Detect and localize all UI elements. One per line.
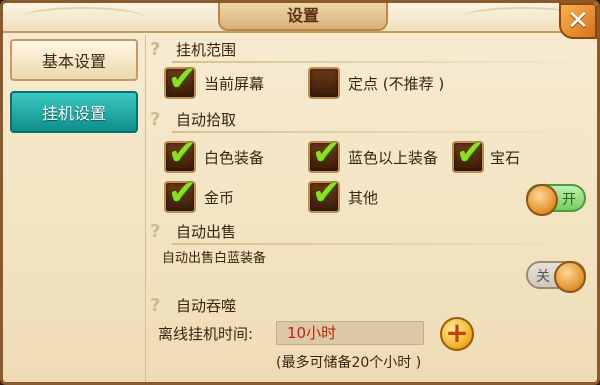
- tab-idle-settings[interactable]: 挂机设置: [10, 91, 138, 133]
- check-icon: ✔: [456, 133, 485, 173]
- check-icon: ✔: [168, 133, 197, 173]
- checkbox-label: 定点 (不推荐 ): [348, 75, 445, 93]
- settings-nav: 基本设置 挂机设置: [6, 35, 146, 382]
- check-icon: ✔: [168, 173, 197, 213]
- help-icon: ?: [150, 295, 161, 315]
- plus-icon: +: [445, 316, 469, 349]
- offline-time-label: 离线挂机时间:: [158, 325, 254, 343]
- add-time-button[interactable]: +: [440, 317, 474, 351]
- toggle-state-label: 关: [536, 269, 550, 285]
- checkbox-label: 宝石: [490, 149, 521, 167]
- section-title: 自动拾取: [176, 111, 237, 129]
- help-icon: ?: [150, 39, 161, 60]
- pickup-toggle[interactable]: 开: [526, 184, 586, 216]
- section-header-sell: ? 自动出售: [148, 221, 588, 245]
- section-header-pickup: ? 自动拾取: [148, 109, 588, 133]
- window-title: 设置: [218, 3, 388, 31]
- toggle-state-label: 开: [562, 192, 576, 208]
- check-icon: ✔: [312, 173, 341, 213]
- checkbox-other[interactable]: ✔: [308, 173, 341, 213]
- section-title: 挂机范围: [176, 41, 237, 59]
- section-header-devour: ? 自动吞噬: [148, 295, 588, 315]
- check-icon: ✔: [312, 133, 341, 173]
- section-title: 自动吞噬: [176, 297, 237, 315]
- title-bar: 设置: [3, 3, 597, 33]
- settings-panel: 设置 ✕ 基本设置 挂机设置 ? 挂机范围 ✔ 当前屏幕 定点 (不推荐 ) ?…: [0, 0, 600, 385]
- checkbox-blue-plus-gear[interactable]: ✔: [308, 133, 341, 173]
- section-title: 自动出售: [176, 223, 237, 241]
- title-ornament-left: [23, 7, 143, 27]
- checkbox-white-gear[interactable]: ✔: [164, 133, 197, 173]
- checkbox-label: 金币: [204, 189, 235, 207]
- checkbox-fixed-point[interactable]: [308, 67, 340, 99]
- section-header-range: ? 挂机范围: [148, 39, 588, 63]
- checkbox-gems[interactable]: ✔: [452, 133, 485, 173]
- checkbox-current-screen[interactable]: ✔: [164, 59, 197, 99]
- help-icon: ?: [150, 109, 161, 130]
- close-icon: ✕: [567, 6, 589, 36]
- checkbox-label: 当前屏幕: [204, 75, 265, 93]
- settings-content: ? 挂机范围 ✔ 当前屏幕 定点 (不推荐 ) ? 自动拾取 ✔ 白色装备 ✔ …: [148, 35, 596, 315]
- sell-description: 自动出售白蓝装备: [162, 251, 267, 266]
- sell-toggle[interactable]: 关: [526, 261, 586, 293]
- checkbox-label: 白色装备: [204, 149, 265, 167]
- toggle-knob: [554, 261, 586, 293]
- offline-bar: 离线挂机时间: 10小时 + (最多可储备20个小时 ): [148, 315, 596, 382]
- help-icon: ?: [150, 221, 161, 242]
- offline-time-value: 10小时: [276, 321, 424, 345]
- tab-basic-settings[interactable]: 基本设置: [10, 39, 138, 81]
- offline-time-hint: (最多可储备20个小时 ): [276, 355, 422, 371]
- checkbox-gold[interactable]: ✔: [164, 173, 197, 213]
- check-icon: ✔: [168, 59, 197, 99]
- toggle-knob: [526, 184, 558, 216]
- checkbox-label: 其他: [348, 189, 379, 207]
- checkbox-label: 蓝色以上装备: [348, 149, 439, 167]
- close-button[interactable]: ✕: [559, 3, 597, 39]
